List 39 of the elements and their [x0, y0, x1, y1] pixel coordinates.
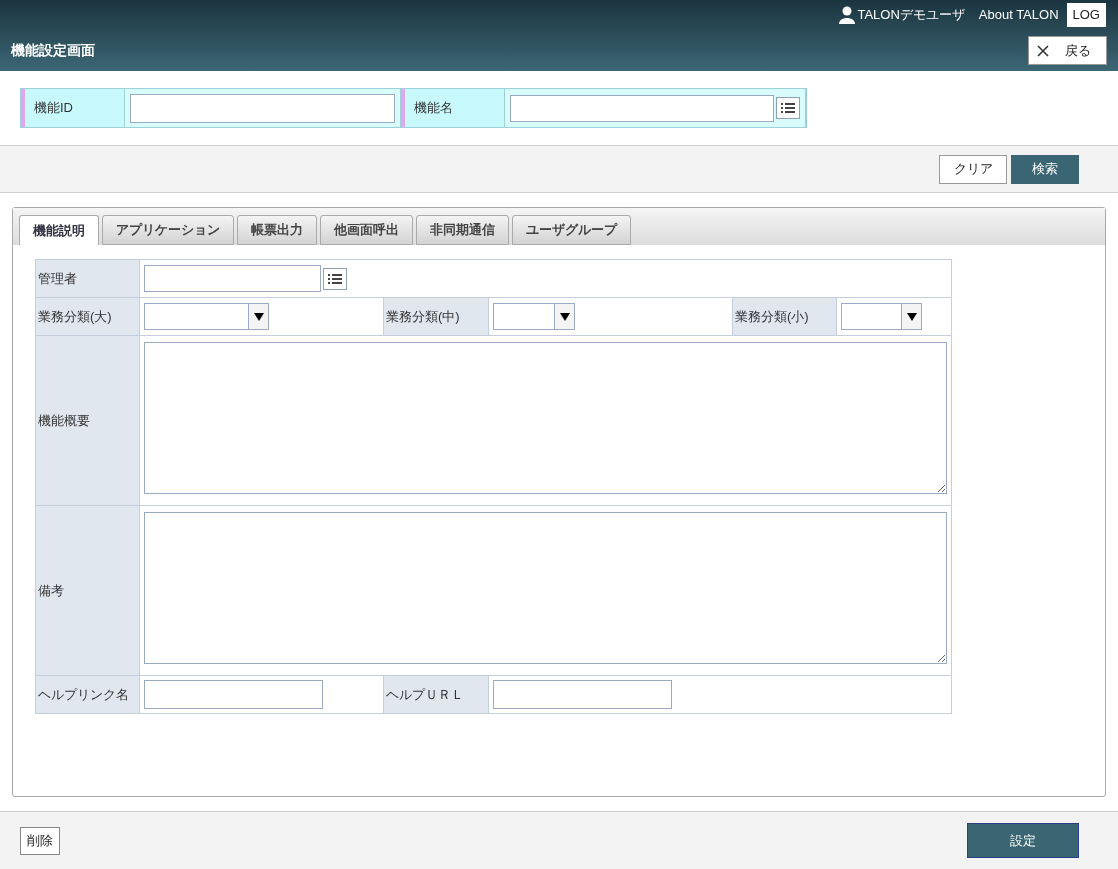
- about-link[interactable]: About TALON: [978, 5, 1059, 25]
- back-button[interactable]: 戻る: [1028, 36, 1107, 65]
- form-label: 備考: [35, 505, 140, 676]
- input-field[interactable]: [510, 94, 774, 122]
- form-label: 業務分類(大): [35, 297, 140, 336]
- list-icon: [781, 102, 795, 114]
- submit-button[interactable]: 設定: [967, 823, 1079, 858]
- page-title: 機能設定画面: [11, 41, 95, 60]
- form-label: ヘルプＵＲＬ: [383, 675, 489, 714]
- lookup-button[interactable]: [776, 97, 800, 119]
- input-field[interactable]: [144, 265, 321, 292]
- form-label: 管理者: [35, 259, 140, 298]
- tab[interactable]: 帳票出力: [237, 215, 317, 245]
- input-field[interactable]: [130, 93, 395, 123]
- close-icon: [1037, 44, 1049, 57]
- tab[interactable]: 非同期通信: [416, 215, 509, 245]
- form-label: ヘルプリンク名: [35, 675, 140, 714]
- form-label: 業務分類(小): [732, 297, 837, 336]
- input-field[interactable]: [144, 680, 323, 709]
- dropdown[interactable]: [144, 303, 269, 330]
- form-label: 機能概要: [35, 335, 140, 506]
- delete-button[interactable]: 削除: [20, 826, 60, 855]
- tab[interactable]: 他画面呼出: [320, 215, 413, 245]
- dropdown[interactable]: [493, 303, 575, 330]
- dropdown[interactable]: [841, 303, 922, 330]
- tab[interactable]: 機能説明: [19, 215, 99, 245]
- input-field[interactable]: [493, 680, 672, 709]
- field-label: 機能ID: [21, 89, 125, 127]
- tab[interactable]: ユーザグループ: [512, 215, 631, 245]
- field-label: 機能名: [401, 89, 505, 127]
- list-icon: [328, 272, 342, 285]
- tab[interactable]: アプリケーション: [102, 215, 234, 245]
- clear-button[interactable]: クリア: [939, 154, 1007, 184]
- lookup-button[interactable]: [323, 267, 347, 290]
- form-label: 業務分類(中): [383, 297, 489, 336]
- log-button[interactable]: LOG: [1066, 3, 1106, 27]
- user-icon: [839, 6, 856, 24]
- user-link[interactable]: TALONデモユーザ: [857, 5, 965, 25]
- search-button[interactable]: 検索: [1011, 154, 1079, 184]
